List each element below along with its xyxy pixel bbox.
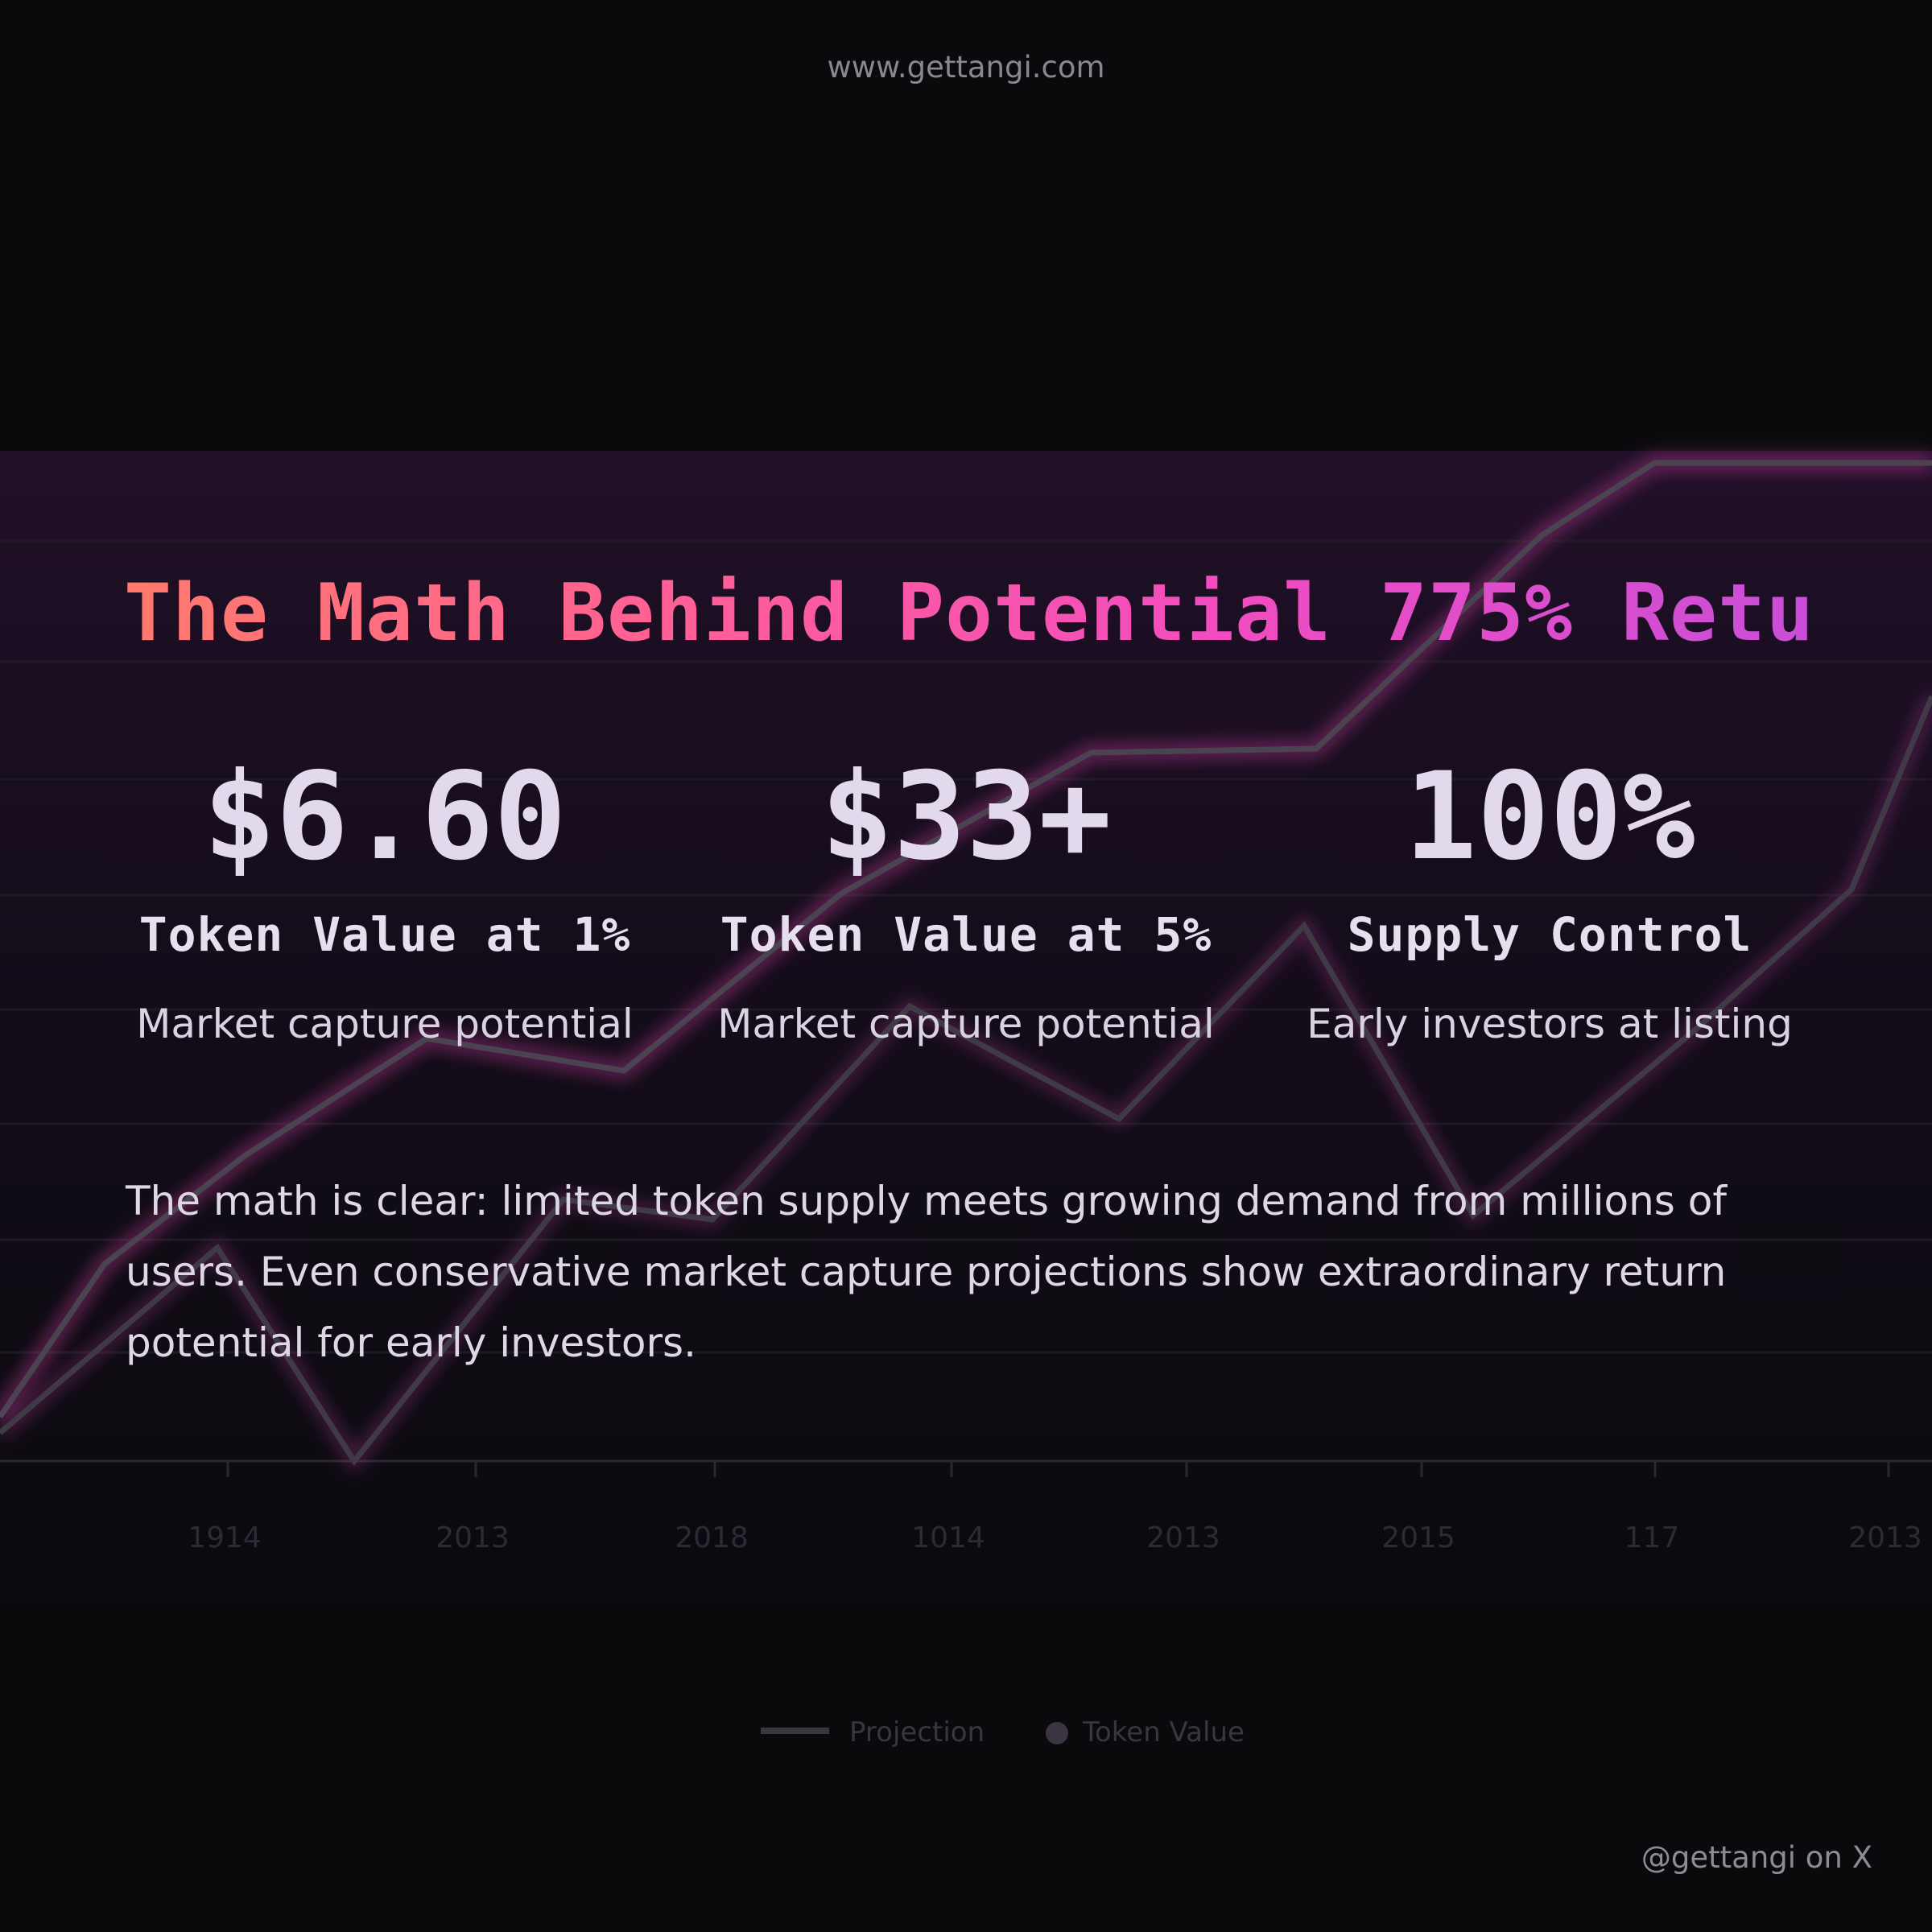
x-tick-label: 2018 <box>675 1521 749 1554</box>
x-tick-label: 117 <box>1624 1521 1680 1554</box>
x-tick-label: 2015 <box>1381 1521 1455 1554</box>
x-tick-label: 2013 <box>1848 1521 1922 1554</box>
headline: The Math Behind Potential 775% Returns <box>124 568 1932 659</box>
stat-subtitle: Early investors at listing <box>1307 1001 1793 1047</box>
stat-supply-control: 100% Supply Control Early investors at l… <box>1260 745 1839 1047</box>
stat-value: 100% <box>1404 747 1695 887</box>
x-tick-label: 1014 <box>911 1521 985 1554</box>
social-handle[interactable]: @gettangi on X <box>1641 1840 1872 1875</box>
stat-subtitle: Market capture potential <box>136 1001 634 1047</box>
x-tick-label: 1914 <box>188 1521 262 1554</box>
stat-value: $6.60 <box>203 747 567 887</box>
x-tick-label: 2013 <box>1146 1521 1220 1554</box>
stat-token-value-5: $33+ Token Value at 5% Market capture po… <box>676 745 1256 1047</box>
legend-token-value-label: Token Value <box>1082 1716 1245 1748</box>
stat-token-value-1: $6.60 Token Value at 1% Market capture p… <box>95 745 675 1047</box>
stat-value: $33+ <box>820 747 1112 887</box>
stat-label: Token Value at 5% <box>720 907 1212 962</box>
body-paragraph: The math is clear: limited token supply … <box>126 1178 1727 1366</box>
x-tick-label: 2013 <box>436 1521 510 1554</box>
stat-label: Token Value at 1% <box>138 907 631 962</box>
stat-label: Supply Control <box>1347 907 1752 962</box>
legend-token-value-swatch <box>1046 1722 1068 1744</box>
stat-subtitle: Market capture potential <box>717 1001 1215 1047</box>
legend-projection-label: Projection <box>849 1716 985 1748</box>
site-url[interactable]: www.gettangi.com <box>0 50 1932 85</box>
